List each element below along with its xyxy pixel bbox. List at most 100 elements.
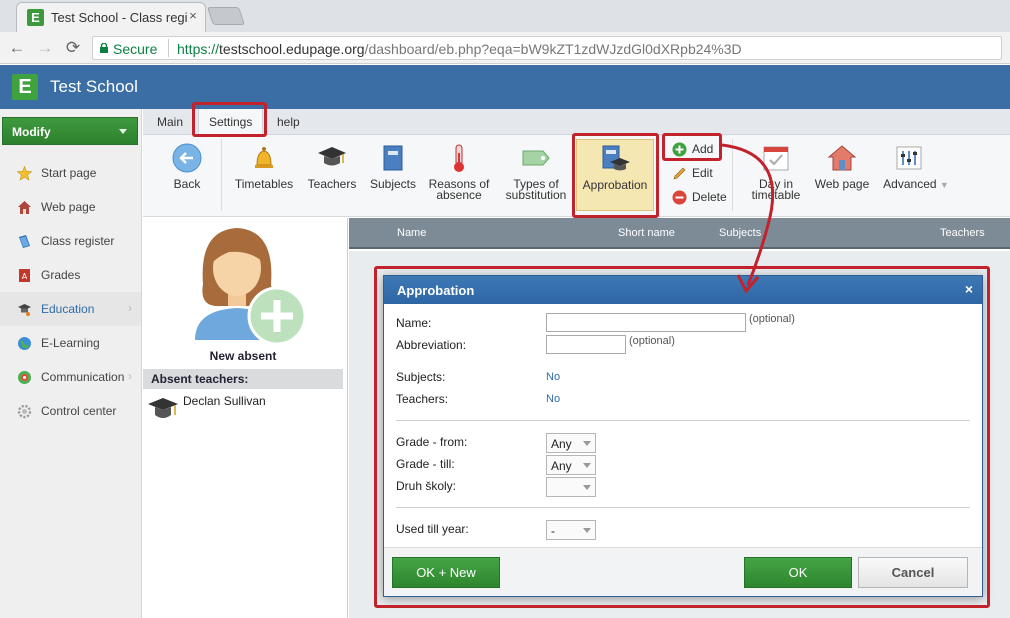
top-menu-bar: Main Settings help [143, 109, 1010, 135]
education-icon [18, 304, 31, 316]
name-optional-hint: (optional) [749, 313, 795, 325]
communication-icon [18, 371, 31, 384]
dialog-title-bar[interactable]: Approbation × [384, 276, 982, 304]
sidebar-item-communication[interactable]: Communication › [0, 360, 141, 394]
tab-settings[interactable]: Settings [198, 109, 264, 135]
abbreviation-field[interactable] [546, 335, 626, 354]
timetables-button[interactable]: Timetables [231, 139, 297, 211]
column-header-teachers[interactable]: Teachers [940, 227, 985, 239]
grade-from-value: Any [551, 437, 572, 451]
ok-new-button[interactable]: OK + New [392, 557, 500, 588]
used-till-year-select[interactable]: - [546, 520, 596, 540]
advanced-button[interactable]: Advanced ▼ [879, 139, 953, 211]
teachers-label: Teachers: [396, 392, 449, 406]
web-page-label: Web page [814, 177, 870, 191]
back-arrow-icon[interactable]: ← [6, 37, 28, 59]
annotation-arrow-icon [721, 143, 775, 294]
modify-label: Modify [12, 125, 51, 139]
used-till-year-label: Used till year: [396, 522, 469, 536]
web-page-button[interactable]: Web page [811, 139, 873, 211]
chevron-down-icon [583, 485, 591, 490]
grade-from-select[interactable]: Any [546, 433, 596, 453]
svg-text:A: A [22, 272, 28, 281]
types-of-substitution-button[interactable]: Types of substitution [503, 139, 569, 211]
subjects-label: Subjects: [396, 370, 446, 384]
druh-skoly-select[interactable] [546, 477, 596, 497]
back-circle-icon [172, 143, 202, 173]
school-name[interactable]: Test School [50, 77, 138, 97]
sidebar-item-control-center[interactable]: Control center [0, 394, 141, 428]
reasons-of-absence-button[interactable]: Reasons of absence [425, 139, 493, 211]
name-field[interactable] [546, 313, 746, 332]
types-label-line2: substitution [505, 188, 567, 202]
column-header-name[interactable]: Name [397, 227, 426, 239]
advanced-label-text: Advanced [883, 177, 937, 191]
reasons-label: Reasons of absence [425, 178, 493, 201]
sidebar-item-education[interactable]: Education › [0, 292, 141, 326]
absent-teachers-header: Absent teachers: [143, 369, 343, 389]
graduation-cap-icon [318, 147, 346, 166]
dialog-footer: OK + New OK Cancel [384, 547, 982, 596]
types-label: Types of substitution [503, 178, 569, 202]
url-scheme: https:// [177, 41, 220, 57]
address-bar[interactable]: Secure https://testschool.edupage.org/da… [92, 36, 1002, 60]
tab-title: Test School - Class regist [51, 10, 187, 25]
star-icon [17, 166, 32, 181]
tab-help[interactable]: help [267, 109, 310, 135]
subjects-label: Subjects [369, 177, 417, 191]
ok-button[interactable]: OK [744, 557, 852, 588]
abbreviation-optional-hint: (optional) [629, 335, 675, 347]
absent-teacher-item[interactable]: Declan Sullivan [183, 394, 266, 408]
tab-main[interactable]: Main [147, 109, 193, 135]
absent-panel: New absent Absent teachers: Declan Sulli… [143, 218, 348, 618]
back-label: Back [173, 177, 201, 191]
reload-icon[interactable]: ⟳ [62, 37, 84, 59]
sidebar-item-e-learning[interactable]: E-Learning [0, 326, 141, 360]
new-tab-button[interactable] [207, 7, 245, 25]
thermometer-icon [454, 144, 464, 172]
new-absent-label[interactable]: New absent [143, 349, 343, 363]
sidebar-item-class-register[interactable]: Class register [0, 224, 141, 258]
chevron-down-icon [583, 441, 591, 446]
sidebar-item-label: Education [41, 302, 95, 316]
edupage-logo-icon[interactable]: E [12, 74, 38, 100]
app-header: E Test School [0, 65, 1010, 109]
sidebar-item-label: Communication [41, 370, 125, 384]
sidebar-item-label: Class register [41, 234, 115, 248]
teacher-cap-icon [148, 398, 178, 418]
dialog-divider [396, 420, 970, 421]
dialog-divider [396, 507, 970, 508]
new-absent-avatar-icon[interactable] [179, 222, 309, 346]
sidebar-item-start-page[interactable]: Start page [0, 156, 141, 190]
teachers-value-link[interactable]: No [546, 393, 560, 405]
subjects-value-link[interactable]: No [546, 371, 560, 383]
dialog-title: Approbation [397, 283, 475, 298]
grade-till-value: Any [551, 459, 572, 473]
back-button[interactable]: Back [157, 139, 217, 211]
notebook-icon [383, 145, 403, 171]
tab-close-icon[interactable]: × [185, 8, 201, 24]
sidebar-item-web-page[interactable]: Web page [0, 190, 141, 224]
sidebar-item-grades[interactable]: A Grades [0, 258, 141, 292]
minus-circle-icon [672, 190, 687, 205]
approbation-icon [602, 145, 630, 171]
grade-till-select[interactable]: Any [546, 455, 596, 475]
abbreviation-label: Abbreviation: [396, 338, 467, 352]
subjects-button[interactable]: Subjects [365, 139, 421, 211]
sidebar-item-label: E-Learning [41, 336, 100, 350]
chevron-right-icon: › [128, 369, 132, 383]
sliders-icon [896, 146, 922, 170]
chevron-down-icon [583, 463, 591, 468]
close-icon[interactable]: × [962, 282, 976, 296]
browser-tab[interactable]: E Test School - Class regist × [16, 2, 206, 32]
url-text[interactable]: https://testschool.edupage.org/dashboard… [177, 41, 742, 57]
teachers-button[interactable]: Teachers [301, 139, 363, 211]
cancel-button[interactable]: Cancel [858, 557, 968, 588]
forward-arrow-icon[interactable]: → [34, 37, 56, 59]
grade-till-label: Grade - till: [396, 457, 455, 471]
column-header-short-name[interactable]: Short name [618, 227, 675, 239]
approbation-button[interactable]: Approbation [576, 139, 654, 211]
plus-circle-icon [672, 142, 687, 157]
modify-button[interactable]: Modify [2, 117, 138, 145]
advanced-label: Advanced ▼ [879, 177, 953, 191]
